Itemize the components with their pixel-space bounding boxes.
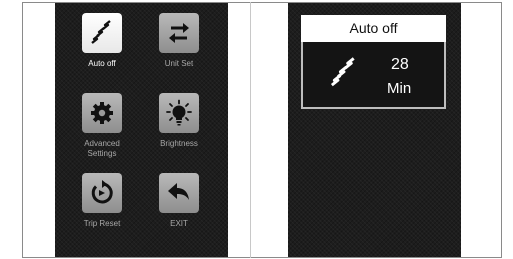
- menu-tile-exit[interactable]: [159, 173, 199, 213]
- menu-label-exit: EXIT: [170, 219, 188, 228]
- menu-item-unit-set[interactable]: Unit Set: [139, 13, 219, 69]
- back-arrow-icon: [168, 183, 189, 200]
- menu-item-exit[interactable]: EXIT: [139, 173, 219, 229]
- lightbulb-icon: [166, 99, 192, 126]
- settings-menu-screen: Auto off Unit Set Advanced Settings Brig…: [55, 3, 228, 257]
- auto-off-value-panel[interactable]: 28 Min: [301, 42, 446, 109]
- gear-icon: [91, 102, 113, 124]
- center-divider: [250, 2, 251, 258]
- detail-title: Auto off: [301, 15, 446, 42]
- auto-off-value: 28: [391, 56, 409, 73]
- menu-label-advanced-settings: Advanced Settings: [84, 139, 120, 158]
- reset-icon: [91, 180, 113, 204]
- menu-item-brightness[interactable]: Brightness: [139, 93, 219, 149]
- menu-tile-unit-set[interactable]: [159, 13, 199, 53]
- auto-off-detail-screen: Auto off 28 Min: [288, 3, 461, 257]
- swap-arrows-icon: [169, 23, 189, 43]
- menu-label-unit-set: Unit Set: [164, 59, 194, 68]
- menu-tile-brightness[interactable]: [159, 93, 199, 133]
- menu-tile-advanced-settings[interactable]: [82, 93, 122, 133]
- menu-item-trip-reset[interactable]: Trip Reset: [62, 173, 142, 229]
- auto-off-unit: Min: [387, 80, 412, 97]
- menu-label-auto-off: Auto off: [88, 59, 116, 68]
- sleep-zigzag-icon: [330, 57, 355, 87]
- menu-item-advanced-settings[interactable]: Advanced Settings: [62, 93, 142, 159]
- menu-tile-trip-reset[interactable]: [82, 173, 122, 213]
- sleep-zigzag-icon: [91, 20, 111, 44]
- menu-label-brightness: Brightness: [160, 139, 198, 148]
- menu-item-auto-off[interactable]: Auto off: [62, 13, 142, 69]
- menu-tile-auto-off[interactable]: [82, 13, 122, 53]
- menu-label-trip-reset: Trip Reset: [83, 219, 121, 228]
